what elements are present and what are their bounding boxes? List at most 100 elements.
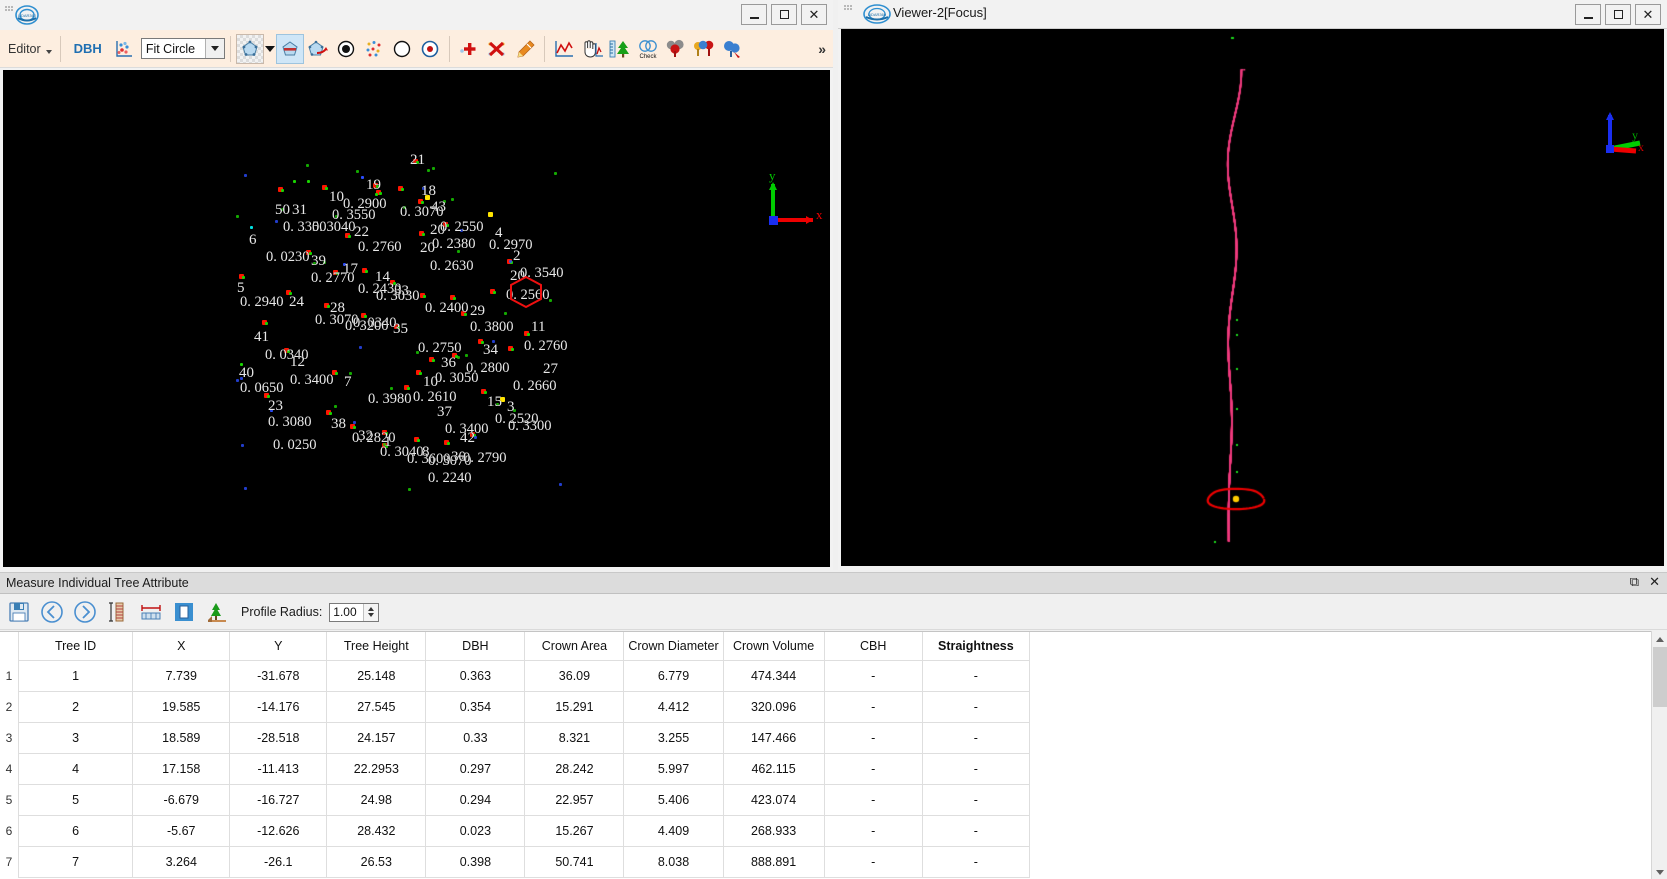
table-cell[interactable]: 0.398 — [425, 846, 526, 878]
tree-attribute-table-wrap[interactable]: Tree ID X Y Tree Height DBH Crown Area Crown D… — [0, 631, 1667, 879]
table-cell[interactable]: 0.363 — [425, 660, 526, 692]
table-row[interactable]: 2 2 19.585 -14.176 27.545 0.354 15.291 4.412 320… — [0, 691, 1031, 723]
table-cell[interactable]: 7 — [17, 846, 134, 878]
scroll-down-icon[interactable] — [1652, 864, 1667, 879]
editor-toolbar[interactable]: Editor DBH Fit Circle Check » — [0, 30, 833, 68]
trunk-view-dropdown-icon[interactable] — [264, 34, 276, 64]
row-number-header[interactable]: 5 — [0, 784, 19, 816]
table-cell[interactable]: 15.267 — [524, 815, 625, 847]
plot-point-cloud-viewport[interactable]: 21 19 18 10 43 50 31 0. 2900 0. 3070 0. 3550 0. 33… — [3, 70, 830, 567]
tree-height-icon[interactable] — [606, 34, 634, 64]
table-cell[interactable]: 320.096 — [722, 691, 825, 723]
close-icon[interactable]: ✕ — [1649, 575, 1660, 588]
table-cell[interactable]: - — [921, 660, 1031, 692]
table-cell[interactable]: 8.321 — [524, 722, 625, 754]
row-number-header[interactable]: 1 — [0, 660, 19, 692]
crown-area-icon[interactable] — [169, 597, 199, 627]
table-cell[interactable]: - — [823, 784, 923, 816]
add-point-icon[interactable] — [455, 34, 483, 64]
table-cell[interactable]: 25.148 — [326, 660, 427, 692]
fit-mode-combo[interactable]: Fit Circle — [140, 38, 225, 59]
main-window-buttons[interactable]: ✕ — [741, 4, 827, 25]
table-cell[interactable]: - — [921, 815, 1031, 847]
table-cell[interactable]: 2 — [17, 691, 134, 723]
crown-multi-icon[interactable] — [690, 34, 718, 64]
table-cell[interactable]: 0.354 — [425, 691, 526, 723]
table-cell[interactable]: 4.409 — [623, 815, 724, 847]
tree-attribute-icon[interactable] — [202, 597, 232, 627]
table-cell[interactable]: -16.727 — [229, 784, 328, 816]
float-icon[interactable]: ⧉ — [1630, 575, 1639, 588]
table-cell[interactable]: 0.297 — [425, 753, 526, 785]
minimize-button[interactable] — [741, 4, 767, 25]
dbh-scatter-icon[interactable] — [110, 34, 138, 64]
trunk-edit-icon[interactable] — [304, 34, 332, 64]
viewer-maximize-button[interactable] — [1605, 4, 1631, 25]
previous-tree-icon[interactable] — [37, 597, 67, 627]
table-cell[interactable]: 17.158 — [132, 753, 231, 785]
scroll-up-icon[interactable] — [1652, 631, 1667, 647]
table-cell[interactable]: 6 — [17, 815, 134, 847]
next-tree-icon[interactable] — [70, 597, 100, 627]
table-cell[interactable]: - — [823, 753, 923, 785]
table-cell[interactable]: 28.242 — [524, 753, 625, 785]
viewer-window-buttons[interactable]: ✕ — [1575, 4, 1661, 25]
table-cell[interactable]: - — [921, 753, 1031, 785]
table-cell[interactable]: 268.933 — [722, 815, 825, 847]
table-cell[interactable]: 27.545 — [326, 691, 427, 723]
table-cell[interactable]: 0.294 — [425, 784, 526, 816]
table-cell[interactable]: 24.98 — [326, 784, 427, 816]
table-cell[interactable]: 888.891 — [722, 846, 825, 878]
editor-menu-button[interactable]: Editor — [0, 32, 55, 66]
target-circle-icon[interactable] — [416, 34, 444, 64]
column-header[interactable]: Y — [229, 632, 328, 661]
crown-blue-icon[interactable] — [718, 34, 746, 64]
profile-radius-spin-buttons[interactable] — [363, 603, 379, 621]
tree-position-marker[interactable] — [488, 212, 493, 217]
table-cell[interactable]: - — [823, 691, 923, 723]
viewer-minimize-button[interactable] — [1575, 4, 1601, 25]
table-row[interactable]: 1 1 7.739 -31.678 25.148 0.363 36.09 6.779 474.3… — [0, 660, 1031, 692]
row-number-header[interactable]: 3 — [0, 722, 19, 754]
brush-icon[interactable] — [511, 34, 539, 64]
row-number-header[interactable]: 4 — [0, 753, 19, 785]
delete-point-icon[interactable] — [483, 34, 511, 64]
table-cell[interactable]: - — [823, 660, 923, 692]
table-cell[interactable]: 50.741 — [524, 846, 625, 878]
table-cell[interactable]: 474.344 — [722, 660, 825, 692]
column-header[interactable]: X — [132, 632, 231, 661]
filled-circle-icon[interactable] — [332, 34, 360, 64]
table-cell[interactable]: - — [921, 722, 1031, 754]
table-cell[interactable]: - — [921, 784, 1031, 816]
column-header[interactable]: DBH — [425, 632, 526, 661]
table-cell[interactable]: 0.33 — [425, 722, 526, 754]
trunk-section-icon[interactable] — [275, 33, 304, 64]
single-tree-viewport[interactable]: y x — [841, 29, 1664, 566]
table-cell[interactable]: 3 — [17, 722, 134, 754]
table-cell[interactable]: 7.739 — [132, 660, 231, 692]
maximize-button[interactable] — [771, 4, 797, 25]
table-cell[interactable]: 4.412 — [623, 691, 724, 723]
table-cell[interactable]: -26.1 — [229, 846, 328, 878]
table-cell[interactable]: 22.957 — [524, 784, 625, 816]
table-cell[interactable]: - — [921, 691, 1031, 723]
scrollbar-thumb[interactable] — [1653, 647, 1667, 707]
table-cell[interactable]: 24.157 — [326, 722, 427, 754]
tree-position-marker[interactable] — [250, 226, 253, 229]
table-cell[interactable]: 5.997 — [623, 753, 724, 785]
table-cell[interactable]: -12.626 — [229, 815, 328, 847]
table-cell[interactable]: -11.413 — [229, 753, 328, 785]
table-body[interactable]: 1 1 7.739 -31.678 25.148 0.363 36.09 6.779 474.3… — [0, 660, 1031, 878]
table-cell[interactable]: 5 — [17, 784, 134, 816]
viewer-close-button[interactable]: ✕ — [1635, 4, 1661, 25]
table-vertical-scrollbar[interactable] — [1651, 631, 1667, 879]
table-cell[interactable]: 6.779 — [623, 660, 724, 692]
column-header[interactable]: CBH — [823, 632, 923, 661]
hollow-circle-icon[interactable] — [388, 34, 416, 64]
toolbar-overflow-button[interactable]: » — [818, 41, 826, 57]
table-cell[interactable]: 3.255 — [623, 722, 724, 754]
table-cell[interactable]: 22.2953 — [326, 753, 427, 785]
table-cell[interactable]: -31.678 — [229, 660, 328, 692]
row-number-header[interactable]: 2 — [0, 691, 19, 723]
column-header[interactable]: Crown Area — [524, 632, 625, 661]
